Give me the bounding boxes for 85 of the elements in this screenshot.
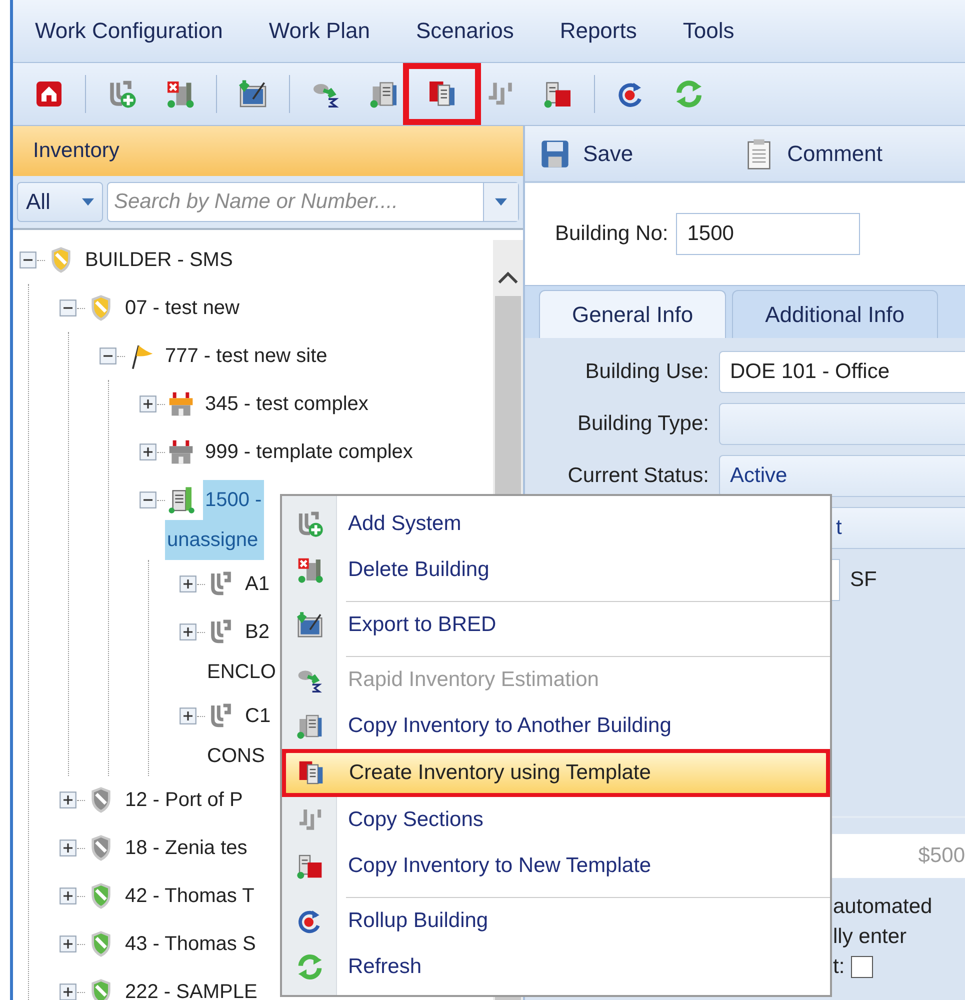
picture-export-icon [238, 79, 268, 109]
factory-icon [167, 438, 195, 466]
search-field[interactable]: Search by Name or Number.... [107, 182, 519, 222]
expand-icon[interactable] [139, 395, 157, 413]
toolbar-button[interactable]: Comment [743, 138, 883, 170]
menu-item[interactable]: Create Inventory using Template [284, 752, 828, 794]
factory-icon [167, 390, 195, 418]
building-delete-icon [296, 556, 324, 584]
field-label: Building Use: [584, 360, 710, 384]
tree-item-label[interactable]: 12 - Port of P [123, 780, 245, 820]
caret-icon [82, 198, 94, 206]
template-building-icon [297, 759, 325, 787]
checkbox-label: t: [833, 954, 845, 980]
collapse-icon[interactable] [59, 299, 77, 317]
building-delete-icon [165, 79, 195, 109]
dropdown-field[interactable] [719, 403, 965, 445]
building-template-icon [543, 79, 573, 109]
pipe-add-icon [107, 79, 137, 109]
toolbar-button[interactable]: Save [539, 138, 634, 170]
menu-item[interactable]: Reports [560, 18, 637, 44]
expand-icon[interactable] [139, 443, 157, 461]
note-text: lly enter [833, 924, 908, 950]
expand-icon[interactable] [59, 791, 77, 809]
field-label: Building No: [555, 222, 668, 246]
tree-item-label[interactable]: 1500 - [203, 480, 264, 520]
menu-item[interactable]: Rollup Building [284, 901, 828, 941]
pipe-add-icon [296, 510, 324, 538]
menu-item[interactable]: Copy Inventory to Another Building [284, 706, 828, 746]
tree-item-label[interactable]: BUILDER - SMS [83, 240, 235, 280]
tab[interactable]: General Info [539, 290, 726, 338]
template-building-icon [427, 79, 457, 109]
collapse-icon[interactable] [99, 347, 117, 365]
expand-icon[interactable] [179, 575, 197, 593]
building-copy-icon [369, 79, 399, 109]
tree-item-label[interactable]: ENCLO [205, 652, 278, 692]
tree-item-label[interactable]: 345 - test complex [203, 384, 370, 424]
menu-item[interactable]: Scenarios [416, 18, 514, 44]
tree-item-label[interactable]: A1 [243, 564, 272, 604]
tree-item-label[interactable]: 222 - SAMPLE [123, 972, 260, 1000]
expand-icon[interactable] [59, 983, 77, 1000]
input-field[interactable]: DOE 101 - Office [719, 351, 965, 393]
dropdown-field[interactable]: Active [719, 455, 965, 497]
checkbox[interactable] [850, 956, 873, 978]
building-template-icon [296, 852, 324, 880]
expand-icon[interactable] [59, 935, 77, 953]
home-icon [34, 79, 64, 109]
tree-item-label[interactable]: 43 - Thomas S [123, 924, 258, 964]
caret-icon [495, 198, 507, 206]
unit-label: SF [850, 568, 877, 592]
collapse-icon[interactable] [139, 491, 157, 509]
expand-icon[interactable] [59, 839, 77, 857]
field-label: Current Status: [566, 464, 710, 488]
menu-item[interactable]: Refresh [284, 947, 828, 987]
menu-item[interactable]: Work Configuration [35, 18, 223, 44]
menu-item[interactable]: Copy Sections [284, 800, 828, 840]
tree-item-label[interactable]: B2 [243, 612, 272, 652]
refresh-icon [296, 953, 324, 981]
tree-item-label[interactable]: 07 - test new [123, 288, 242, 328]
tree-item-label[interactable]: C1 [243, 696, 273, 736]
tree-item-label[interactable]: 18 - Zenia tes [123, 828, 250, 868]
field-label: Building Type: [576, 412, 710, 436]
refresh-icon [674, 79, 704, 109]
expand-icon[interactable] [179, 707, 197, 725]
note-text: automated [833, 894, 934, 920]
tree-item-label[interactable]: 42 - Thomas T [123, 876, 256, 916]
scroll-up-icon[interactable] [497, 270, 519, 284]
menu-item[interactable]: Tools [682, 18, 734, 44]
input-field[interactable]: 1500 [676, 213, 860, 255]
picture-export-icon [296, 611, 324, 639]
menu-item[interactable]: Work Plan [268, 18, 370, 44]
collapse-icon[interactable] [19, 251, 37, 269]
menu-item[interactable]: Delete Building [284, 550, 828, 590]
tree-item-label[interactable]: unassigne [165, 520, 264, 560]
menu-item[interactable]: Copy Inventory to New Template [284, 846, 828, 886]
building-copy-icon [296, 712, 324, 740]
filter-dropdown[interactable]: All [17, 182, 103, 222]
building-icon [167, 486, 195, 514]
expand-icon[interactable] [179, 623, 197, 641]
tree-item-label[interactable]: 999 - template complex [203, 432, 415, 472]
expand-icon[interactable] [59, 887, 77, 905]
save-icon [539, 138, 571, 170]
tree-item-label[interactable]: 777 - test new site [163, 336, 330, 376]
panel-title: Inventory [13, 126, 523, 176]
menu-item[interactable]: Export to BRED [284, 605, 828, 645]
tree-item-label[interactable]: CONS [205, 736, 273, 776]
